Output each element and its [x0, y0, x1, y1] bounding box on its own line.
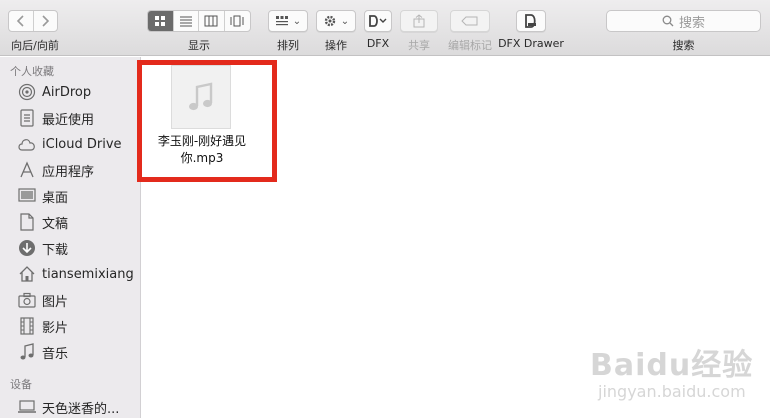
home-icon	[16, 263, 38, 285]
sidebar-item-label: 最近使用	[42, 112, 95, 128]
share-button[interactable]	[400, 10, 438, 32]
cloud-icon	[16, 133, 38, 155]
action-label: 操作	[325, 39, 347, 52]
arrange-label: 排列	[277, 39, 299, 52]
sidebar-item-music[interactable]: 音乐	[0, 340, 141, 364]
camera-icon	[16, 289, 38, 311]
desktop-icon	[16, 185, 38, 207]
dfx-drawer-icon	[525, 14, 536, 28]
grid-icon	[155, 16, 166, 26]
applications-icon	[16, 159, 38, 181]
forward-button[interactable]	[34, 11, 58, 31]
sidebar-item-device[interactable]: 天色迷香的...	[0, 395, 141, 418]
search-label: 搜索	[672, 39, 695, 52]
chevron-right-icon	[42, 15, 50, 27]
sidebar: 个人收藏 AirDrop 最近使用 iCloud Drive 应用程序 桌面 文…	[0, 57, 141, 418]
edit-tags-button[interactable]	[450, 10, 490, 32]
sidebar-item-movies[interactable]: 影片	[0, 314, 141, 338]
arrange-icon	[275, 16, 288, 26]
sidebar-item-label: AirDrop	[42, 84, 92, 100]
sidebar-item-documents[interactable]: 文稿	[0, 210, 141, 234]
sidebar-item-downloads[interactable]: 下载	[0, 236, 141, 260]
documents-icon	[16, 211, 38, 233]
sidebar-item-label: 文稿	[42, 216, 69, 232]
chevron-down-icon: ⌄	[292, 15, 302, 27]
gear-icon	[324, 15, 335, 27]
coverflow-view-button[interactable]	[225, 11, 250, 31]
share-label: 共享	[408, 39, 430, 52]
sidebar-item-home[interactable]: tiansemixiang	[0, 262, 141, 286]
dfx-label: DFX	[366, 37, 390, 50]
favorites-header: 个人收藏	[10, 65, 54, 78]
devices-header: 设备	[10, 378, 32, 391]
columns-icon	[204, 15, 218, 27]
dfx-button[interactable]	[364, 10, 392, 32]
coverflow-icon	[230, 15, 244, 27]
sidebar-item-label: 天色迷香的...	[42, 401, 120, 417]
toolbar: 向后/向前 显示 ⌄ 排列 ⌄ 操作 DFX 共享 编辑标记 DFX Drawe…	[0, 0, 770, 56]
dfx-drawer-label: DFX Drawer	[498, 37, 564, 50]
nav-label: 向后/向前	[11, 39, 59, 52]
sidebar-item-label: 下载	[42, 242, 69, 258]
chevron-down-icon: ⌄	[340, 15, 350, 27]
sidebar-item-label: iCloud Drive	[42, 136, 122, 152]
download-icon	[16, 237, 38, 259]
music-icon	[16, 341, 38, 363]
sidebar-item-desktop[interactable]: 桌面	[0, 184, 141, 208]
recents-icon	[16, 107, 38, 129]
sidebar-item-label: 影片	[42, 320, 69, 336]
dfx-icon	[369, 15, 387, 27]
watermark-logo-text: Baidu经验	[590, 348, 754, 383]
airdrop-icon	[16, 81, 38, 103]
sidebar-item-label: 桌面	[42, 190, 69, 206]
file-name-label[interactable]: 李玉刚-刚好遇见你.mp3	[147, 133, 257, 167]
view-segment	[147, 10, 251, 32]
watermark: Baidu经验 jingyan.baidu.com	[590, 340, 760, 410]
sidebar-item-icloud[interactable]: iCloud Drive	[0, 132, 141, 156]
view-label: 显示	[188, 39, 210, 52]
icon-view-button[interactable]	[148, 11, 174, 31]
sidebar-item-airdrop[interactable]: AirDrop	[0, 80, 141, 104]
film-icon	[16, 315, 38, 337]
music-file-icon[interactable]	[171, 65, 231, 129]
column-view-button[interactable]	[199, 11, 225, 31]
share-icon	[413, 14, 425, 28]
search-field[interactable]: 搜索	[606, 10, 761, 32]
sidebar-item-label: tiansemixiang	[42, 266, 134, 282]
sidebar-item-applications[interactable]: 应用程序	[0, 158, 141, 182]
search-icon	[662, 15, 674, 27]
chevron-left-icon	[16, 15, 24, 27]
tag-icon	[461, 16, 478, 26]
dfx-drawer-button[interactable]	[516, 10, 546, 32]
back-button[interactable]	[9, 11, 34, 31]
sidebar-item-label: 音乐	[42, 346, 69, 362]
sidebar-item-label: 应用程序	[42, 164, 95, 180]
list-view-button[interactable]	[174, 11, 199, 31]
laptop-icon	[16, 396, 38, 418]
sidebar-item-recents[interactable]: 最近使用	[0, 106, 141, 130]
search-placeholder: 搜索	[678, 15, 705, 31]
edit-tags-label: 编辑标记	[448, 39, 492, 52]
watermark-url: jingyan.baidu.com	[598, 382, 746, 401]
sidebar-item-label: 图片	[42, 294, 69, 310]
sidebar-item-pictures[interactable]: 图片	[0, 288, 141, 312]
nav-segment	[8, 10, 58, 32]
list-icon	[179, 16, 192, 27]
action-button[interactable]: ⌄	[316, 10, 356, 32]
arrange-button[interactable]: ⌄	[268, 10, 308, 32]
